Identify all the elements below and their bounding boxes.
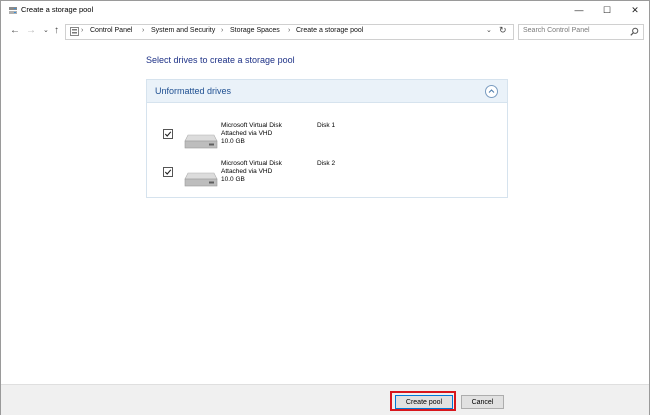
checkmark-icon [164, 130, 172, 138]
maximize-button[interactable]: ☐ [594, 1, 620, 19]
window: Create a storage pool — ☐ ✕ ← → ⌄ ↑ › Co… [0, 0, 650, 415]
drive-2-name: Microsoft Virtual Disk [221, 160, 282, 168]
title-bar: Create a storage pool — ☐ ✕ [1, 1, 649, 21]
drive-2-attached: Attached via VHD [221, 168, 272, 176]
page-heading: Select drives to create a storage pool [146, 55, 295, 65]
breadcrumb-separator: › [221, 27, 223, 34]
bottom-button-bar: Create pool Cancel [1, 384, 649, 415]
refresh-icon[interactable]: ↻ [499, 25, 507, 36]
up-arrow-icon[interactable]: ↑ [54, 24, 59, 38]
breadcrumb-system-and-security[interactable]: System and Security [151, 27, 215, 34]
address-bar[interactable]: › Control Panel › System and Security › … [65, 24, 514, 40]
drive-row-disk-1[interactable]: Microsoft Virtual Disk Attached via VHD … [147, 118, 507, 154]
cancel-button[interactable]: Cancel [461, 395, 504, 409]
drive-1-size: 10.0 GB [221, 138, 245, 146]
breadcrumb-create-a-storage-pool[interactable]: Create a storage pool [296, 27, 363, 34]
breadcrumb-separator: › [142, 27, 144, 34]
unformatted-drives-panel: Unformatted drives Microsoft Virtual Dis… [146, 79, 508, 198]
breadcrumb-control-panel[interactable]: Control Panel [90, 27, 132, 34]
search-icon[interactable] [630, 27, 639, 36]
drive-1-name: Microsoft Virtual Disk [221, 122, 282, 130]
drive-2-checkbox[interactable] [163, 167, 173, 177]
panel-title: Unformatted drives [155, 86, 231, 96]
hard-drive-icon [184, 171, 218, 187]
address-dropdown-icon[interactable]: ⌄ [486, 26, 492, 34]
search-input[interactable]: Search Control Panel [518, 24, 644, 40]
breadcrumb-storage-spaces[interactable]: Storage Spaces [230, 27, 280, 34]
drive-2-label: Disk 2 [317, 160, 335, 167]
collapse-chevron-up-icon[interactable] [485, 85, 498, 98]
drive-row-disk-2[interactable]: Microsoft Virtual Disk Attached via VHD … [147, 156, 507, 192]
close-button[interactable]: ✕ [622, 1, 648, 19]
control-panel-icon [70, 27, 79, 36]
breadcrumb-separator: › [288, 27, 290, 34]
breadcrumb-separator: › [81, 27, 83, 34]
storage-spaces-icon [8, 6, 18, 16]
drive-1-attached: Attached via VHD [221, 130, 272, 138]
minimize-button[interactable]: — [566, 1, 592, 19]
create-pool-button[interactable]: Create pool [395, 395, 453, 409]
address-row: ← → ⌄ ↑ › Control Panel › System and Sec… [1, 21, 649, 41]
window-title: Create a storage pool [21, 5, 93, 14]
drive-1-label: Disk 1 [317, 122, 335, 129]
recent-locations-chevron-icon[interactable]: ⌄ [43, 24, 49, 38]
drive-1-checkbox[interactable] [163, 129, 173, 139]
back-arrow-icon[interactable]: ← [10, 24, 20, 38]
panel-header[interactable]: Unformatted drives [147, 80, 507, 103]
search-placeholder: Search Control Panel [523, 27, 590, 34]
hard-drive-icon [184, 133, 218, 149]
forward-arrow-icon[interactable]: → [26, 24, 36, 38]
drive-2-size: 10.0 GB [221, 176, 245, 184]
checkmark-icon [164, 168, 172, 176]
